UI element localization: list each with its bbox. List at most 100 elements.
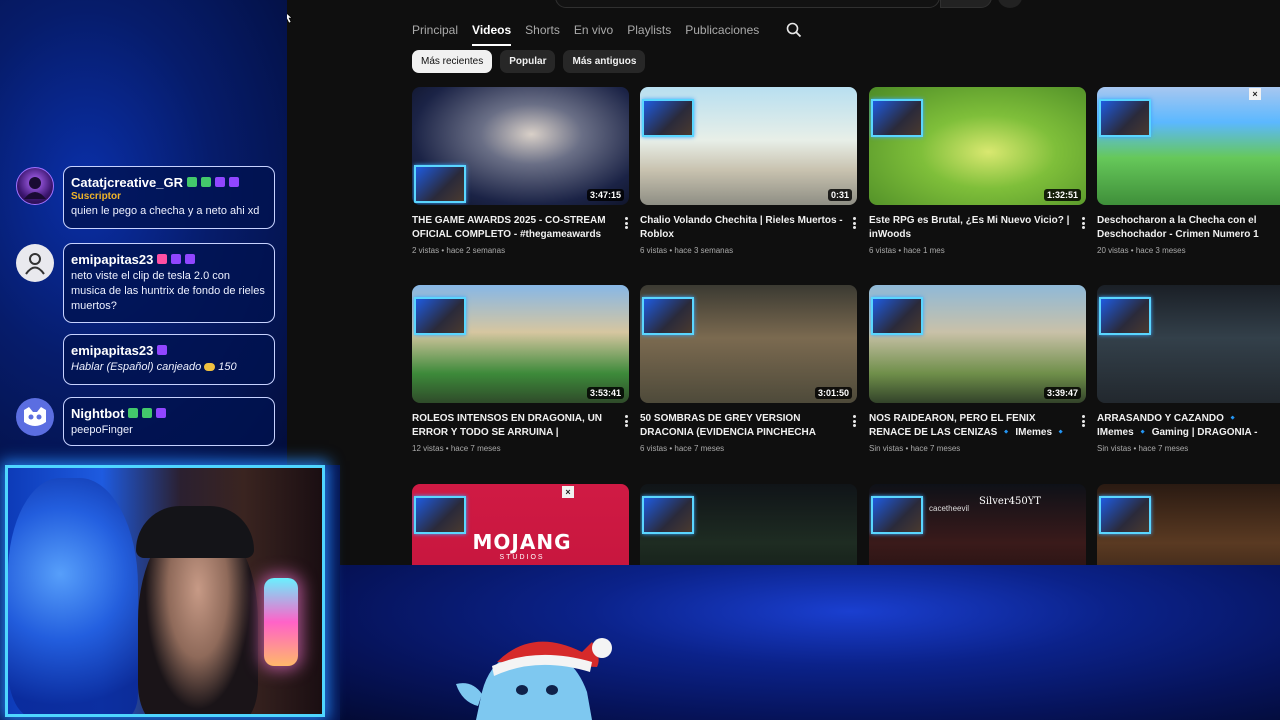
more-options-icon[interactable] [1079, 414, 1087, 428]
video-title[interactable]: ROLEOS INTENSOS EN DRAGONIA, UN ERROR Y … [412, 412, 617, 440]
more-options-icon[interactable] [1079, 216, 1087, 230]
video-age: hace 3 meses [1135, 246, 1186, 255]
video-thumbnail[interactable]: × MOJANG STUDIOS [412, 484, 629, 565]
video-views: 12 vistas [412, 444, 444, 453]
tab-en-vivo[interactable]: En vivo [574, 22, 613, 46]
chat-text: neto viste el clip de tesla 2.0 con musi… [71, 270, 265, 312]
tab-principal[interactable]: Principal [412, 22, 458, 46]
chat-bubble: emipapitas23 neto viste el clip de tesla… [63, 243, 275, 323]
video-meta: 12 vistas • hace 7 meses [412, 444, 501, 453]
video-thumbnail[interactable]: 3:01:50 [640, 285, 857, 403]
video-thumbnail[interactable]: 1:32:51 [869, 87, 1086, 205]
chat-username[interactable]: Nightbot [71, 406, 124, 421]
webcam-inset [1099, 99, 1151, 137]
christmas-tree [8, 478, 138, 714]
chip-mas-recientes[interactable]: Más recientes [412, 50, 493, 73]
webcam-inset [1099, 297, 1151, 335]
video-title[interactable]: 50 SOMBRAS DE GREY VERSION DRACONIA (EVI… [640, 412, 845, 440]
tab-playlists[interactable]: Playlists [627, 22, 671, 46]
video-title[interactable]: Deschocharon a la Checha con el Deschoch… [1097, 214, 1275, 242]
more-options-icon[interactable] [622, 216, 630, 230]
avatar [16, 244, 54, 282]
video-card[interactable] [1097, 484, 1280, 565]
player-nametag: cacetheevil [929, 504, 970, 513]
prime-badge-icon [185, 254, 196, 264]
tab-videos[interactable]: Videos [472, 22, 512, 46]
video-card[interactable]: ARRASANDO Y CAZANDO 🔹 IMemes 🔹 Gaming | … [1097, 285, 1280, 453]
video-age: hace 1 mes [903, 246, 945, 255]
redeem-text: Hablar (Español) canjeado [71, 361, 202, 373]
video-duration: 1:32:51 [1043, 189, 1081, 201]
video-thumbnail[interactable]: × [1097, 87, 1280, 205]
mojang-logo-text: MOJANG [472, 530, 572, 554]
webcam-inset [414, 297, 466, 335]
tree-badge-icon [201, 177, 211, 187]
chat-username[interactable]: Catatjcreative_GR [71, 175, 183, 190]
video-title[interactable]: Este RPG es Brutal, ¿Es Mi Nuevo Vicio? … [869, 214, 1074, 242]
close-icon[interactable]: × [1249, 88, 1261, 100]
youtube-channel-page [287, 0, 1280, 565]
prime-badge-icon [156, 408, 167, 418]
webcam-inset [871, 496, 923, 534]
nightbot-icon [24, 407, 46, 426]
more-options-icon[interactable] [622, 414, 630, 428]
default-user-icon [25, 253, 45, 275]
close-icon[interactable]: × [562, 486, 574, 498]
redeem-points: 150 [218, 361, 237, 373]
video-title[interactable]: NOS RAIDEARON, PERO EL FENIX RENACE DE L… [869, 412, 1074, 440]
video-thumbnail[interactable]: Silver450YT cacetheevil [869, 484, 1086, 565]
chip-mas-antiguos[interactable]: Más antiguos [563, 50, 646, 73]
rgb-lamp [264, 578, 298, 666]
video-card[interactable]: × Deschocharon a la Checha con el Descho… [1097, 87, 1280, 255]
video-thumbnail[interactable]: 3:47:15 [412, 87, 629, 205]
video-views: 6 vistas [640, 444, 668, 453]
video-meta: 6 vistas • hace 1 mes [869, 246, 945, 255]
chat-username[interactable]: emipapitas23 [71, 343, 153, 358]
video-thumbnail[interactable]: 3:53:41 [412, 285, 629, 403]
video-title[interactable]: ARRASANDO Y CAZANDO 🔹 IMemes 🔹 Gaming | … [1097, 412, 1275, 440]
video-card[interactable]: 3:39:47 NOS RAIDEARON, PERO EL FENIX REN… [869, 285, 1086, 453]
webcam-inset [871, 297, 923, 335]
video-views: 6 vistas [640, 246, 668, 255]
video-card[interactable]: × MOJANG STUDIOS [412, 484, 629, 565]
tab-publicaciones[interactable]: Publicaciones [685, 22, 759, 46]
mic-button[interactable] [998, 0, 1022, 8]
webcam-inset [871, 99, 923, 137]
video-meta: Sin vistas • hace 7 meses [869, 444, 961, 453]
video-thumbnail[interactable] [640, 484, 857, 565]
video-title[interactable]: Chalio Volando Chechita | Rieles Muertos… [640, 214, 845, 242]
video-thumbnail[interactable]: 0:31 [640, 87, 857, 205]
video-title[interactable]: THE GAME AWARDS 2025 - CO-STREAM OFICIAL… [412, 214, 617, 242]
chat-text: quien le pego a chechа y a neto ahi xd [71, 205, 260, 217]
prime-badge-icon [157, 345, 168, 355]
tab-shorts[interactable]: Shorts [525, 22, 560, 46]
video-card[interactable]: 0:31 Chalio Volando Chechita | Rieles Mu… [640, 87, 857, 255]
more-options-icon[interactable] [850, 216, 858, 230]
video-card[interactable]: Silver450YT cacetheevil [869, 484, 1086, 565]
search-input[interactable] [555, 0, 940, 8]
chat-username[interactable]: emipapitas23 [71, 252, 153, 267]
chat-message: Catatjcreative_GR Suscriptor quien le pe… [0, 166, 287, 230]
video-card[interactable] [640, 484, 857, 565]
video-thumbnail[interactable]: 3:39:47 [869, 285, 1086, 403]
video-card[interactable]: 3:01:50 50 SOMBRAS DE GREY VERSION DRACO… [640, 285, 857, 453]
chat-username-row: emipapitas23 [71, 251, 267, 267]
video-card[interactable]: 3:47:15 THE GAME AWARDS 2025 - CO-STREAM… [412, 87, 629, 255]
more-options-icon[interactable] [850, 414, 858, 428]
video-thumbnail[interactable] [1097, 484, 1280, 565]
avatar-icon [24, 177, 46, 199]
headset-cap [136, 506, 254, 558]
chat-bubble: Catatjcreative_GR Suscriptor quien le pe… [63, 166, 275, 229]
chip-popular[interactable]: Popular [500, 50, 556, 73]
search-button[interactable] [940, 0, 992, 8]
video-thumbnail[interactable] [1097, 285, 1280, 403]
video-card[interactable]: 3:53:41 ROLEOS INTENSOS EN DRAGONIA, UN … [412, 285, 629, 453]
webcam-inset [414, 165, 466, 203]
video-duration: 0:31 [827, 189, 852, 201]
channel-search-icon[interactable] [786, 22, 802, 38]
webcam-inset [414, 496, 466, 534]
webcam-inset [642, 297, 694, 335]
video-age: hace 2 semanas [446, 246, 506, 255]
video-card[interactable]: 1:32:51 Este RPG es Brutal, ¿Es Mi Nuevo… [869, 87, 1086, 255]
video-age: hace 7 meses [1138, 444, 1189, 453]
